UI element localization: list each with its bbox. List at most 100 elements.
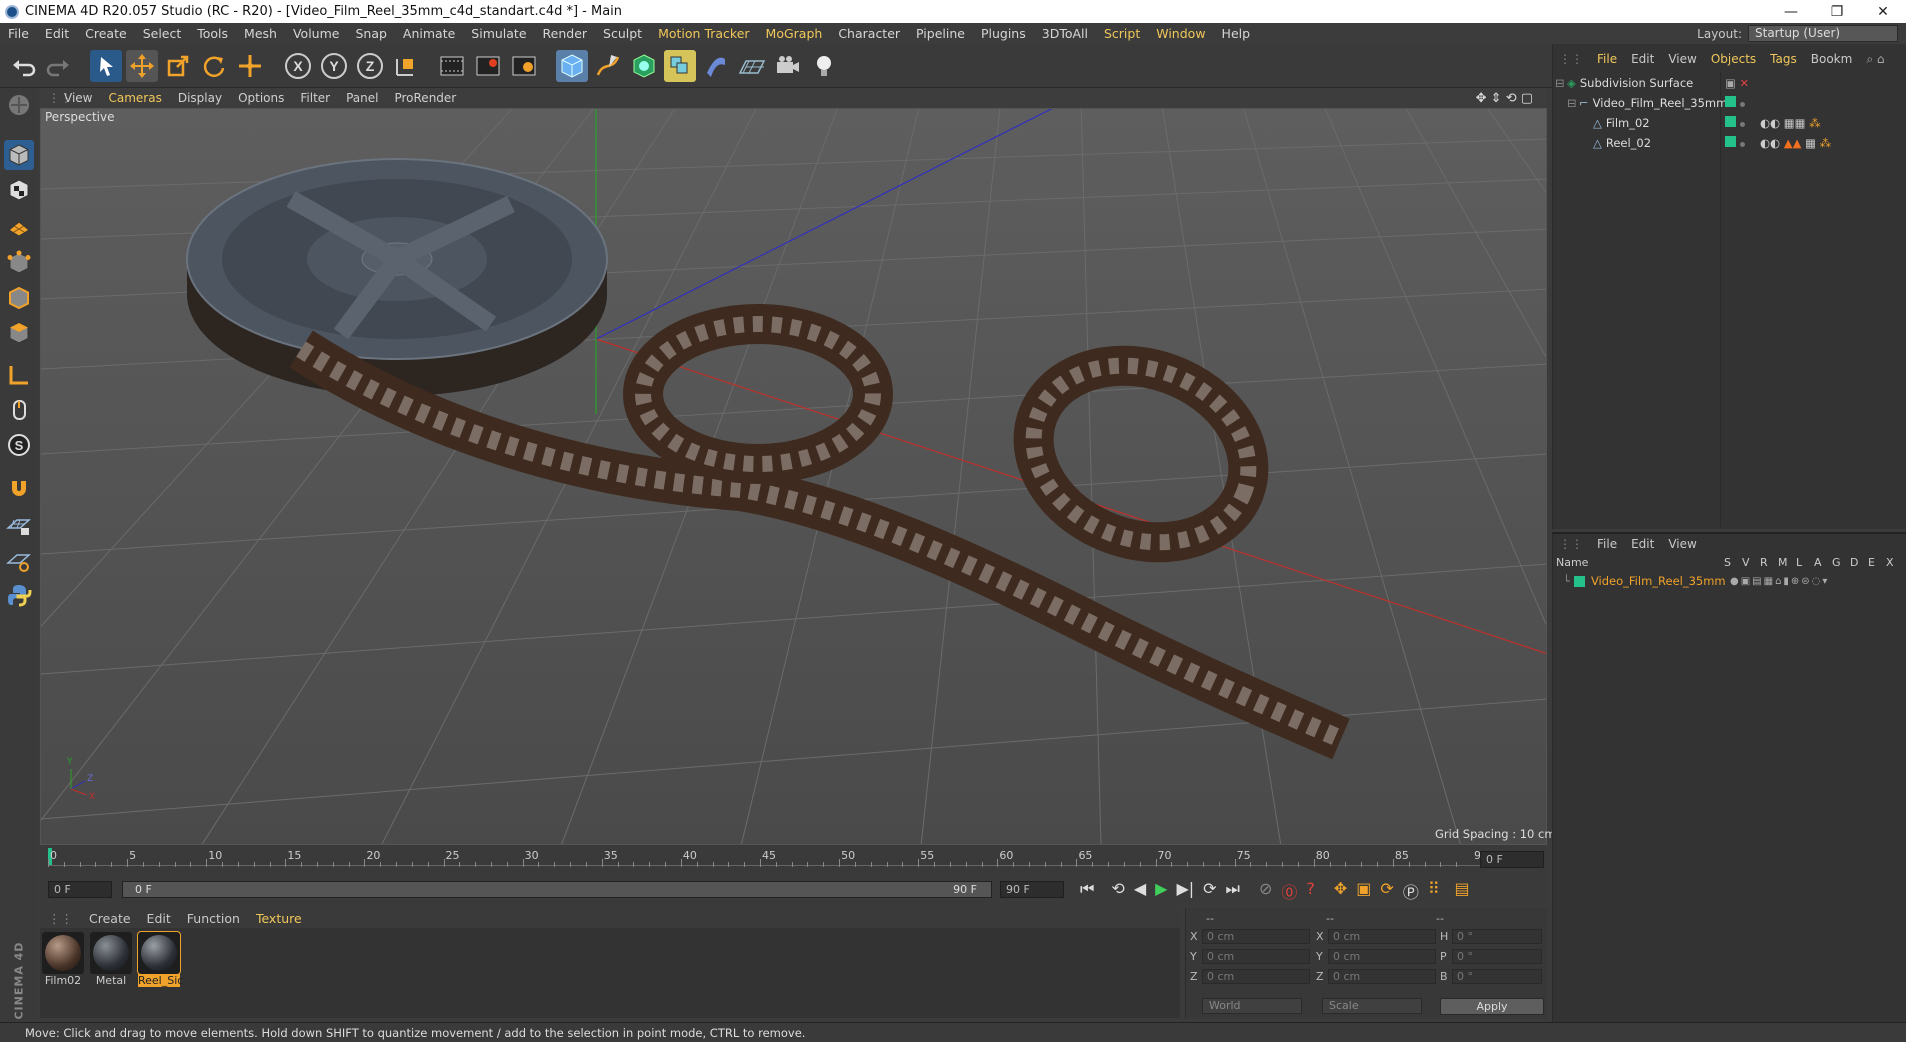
scale-tool-icon[interactable] <box>162 50 194 82</box>
minimize-icon[interactable]: — <box>1768 0 1814 23</box>
menu-mograph[interactable]: MoGraph <box>758 26 831 41</box>
object-status-icons[interactable] <box>1725 116 1747 130</box>
edges-mode-icon[interactable] <box>4 283 34 313</box>
menu-plugins[interactable]: Plugins <box>973 26 1034 41</box>
pos-z-field[interactable]: 0 cm <box>1202 969 1310 984</box>
render-to-picture-viewer-icon[interactable] <box>472 50 504 82</box>
tweak-mode-icon[interactable] <box>4 395 34 425</box>
object-status-icons[interactable] <box>1725 96 1747 110</box>
key-rotation-icon[interactable]: ⟳ <box>1380 879 1393 903</box>
end-frame-field[interactable]: 90 F <box>1000 881 1064 898</box>
y-axis-lock-icon[interactable]: Y <box>318 50 350 82</box>
object-menu-file[interactable]: File <box>1590 52 1624 66</box>
z-axis-lock-icon[interactable]: Z <box>354 50 386 82</box>
viewport-navigation-icons[interactable]: ✥ ⇕ ⟲ ▢ <box>1468 91 1541 106</box>
viewport-menu-cameras[interactable]: Cameras <box>100 91 169 105</box>
collapse-icon[interactable]: ⊟ <box>1555 76 1567 90</box>
make-editable-icon[interactable] <box>4 90 34 120</box>
rotate-tool-icon[interactable] <box>198 50 230 82</box>
menu-character[interactable]: Character <box>830 26 908 41</box>
spline-pen-icon[interactable] <box>592 50 624 82</box>
menu-help[interactable]: Help <box>1214 26 1259 41</box>
menu-motion-tracker[interactable]: Motion Tracker <box>650 26 757 41</box>
timeline-ruler[interactable]: 051015202530354045505560657075808590 0 F <box>40 845 1547 875</box>
cube-primitive-icon[interactable] <box>556 50 588 82</box>
workplane-mode-icon[interactable] <box>4 210 34 240</box>
current-frame-field[interactable]: 0 F <box>1480 851 1544 868</box>
workplane-rotate-icon[interactable] <box>4 545 34 575</box>
render-settings-icon[interactable] <box>508 50 540 82</box>
material-menu-edit[interactable]: Edit <box>139 911 179 926</box>
layer-menu-file[interactable]: File <box>1590 537 1624 551</box>
deformer-icon[interactable] <box>700 50 732 82</box>
menu-window[interactable]: Window <box>1148 26 1213 41</box>
viewport-menu-filter[interactable]: Filter <box>292 91 338 105</box>
next-frame-icon[interactable]: ▶| <box>1176 879 1194 903</box>
live-selection-icon[interactable] <box>90 50 122 82</box>
object-row-film-02[interactable]: △ Film_02 ◐◐ ▦▦ ⁂ <box>1555 114 1895 132</box>
go-to-end-icon[interactable]: ⏭ <box>1226 879 1240 903</box>
previous-key-icon[interactable]: ⟲ <box>1111 879 1124 903</box>
solo-mode-icon[interactable]: S <box>4 430 34 460</box>
object-status-icons[interactable] <box>1725 136 1747 150</box>
material-metal[interactable]: Metal <box>90 932 132 987</box>
object-menu-view[interactable]: View <box>1661 52 1703 66</box>
object-row-subdivision-surface[interactable]: ⊟ ◈ Subdivision Surface ▣ ✕ <box>1555 74 1895 92</box>
snap-magnet-icon[interactable] <box>4 473 34 503</box>
collapse-icon[interactable]: ⊟ <box>1567 96 1579 110</box>
viewport-menu-options[interactable]: Options <box>230 91 292 105</box>
object-menu-bookmarks[interactable]: Bookm <box>1804 52 1860 66</box>
key-pla-icon[interactable]: ⠿ <box>1428 879 1440 903</box>
menu-mesh[interactable]: Mesh <box>236 26 285 41</box>
menu-simulate[interactable]: Simulate <box>463 26 534 41</box>
coordinate-system-icon[interactable] <box>390 50 422 82</box>
viewport-menu-prorender[interactable]: ProRender <box>386 91 464 105</box>
material-film02[interactable]: Film02 <box>42 932 84 987</box>
subdivision-surface-icon[interactable] <box>628 50 660 82</box>
previous-frame-icon[interactable]: ◀ <box>1134 879 1146 903</box>
menu-render[interactable]: Render <box>535 26 596 41</box>
texture-mode-icon[interactable] <box>4 175 34 205</box>
object-row-video-film-reel[interactable]: ⊟ ⌐ Video_Film_Reel_35mm <box>1555 94 1895 112</box>
points-mode-icon[interactable] <box>4 248 34 278</box>
autokey-icon[interactable]: ⓪ <box>1281 879 1297 903</box>
redo-icon[interactable] <box>42 50 74 82</box>
menu-animate[interactable]: Animate <box>395 26 463 41</box>
close-icon[interactable]: ✕ <box>1860 0 1906 23</box>
object-status-icons[interactable]: ▣ ✕ <box>1725 76 1749 90</box>
size-x-field[interactable]: 0 cm <box>1328 929 1436 944</box>
light-icon[interactable] <box>808 50 840 82</box>
go-to-start-icon[interactable]: ⏮ <box>1080 879 1094 903</box>
render-view-icon[interactable] <box>436 50 468 82</box>
axis-mode-icon[interactable] <box>4 360 34 390</box>
layer-menu-edit[interactable]: Edit <box>1624 537 1661 551</box>
size-y-field[interactable]: 0 cm <box>1328 949 1436 964</box>
x-axis-lock-icon[interactable]: X <box>282 50 314 82</box>
rot-p-field[interactable]: 0 ° <box>1452 949 1542 964</box>
menu-pipeline[interactable]: Pipeline <box>908 26 973 41</box>
layer-menu-view[interactable]: View <box>1661 537 1703 551</box>
workplane-lock-icon[interactable] <box>4 510 34 540</box>
material-menu-texture[interactable]: Texture <box>248 911 310 926</box>
recent-tools-icon[interactable] <box>234 50 266 82</box>
viewport-menu-panel[interactable]: Panel <box>338 91 386 105</box>
frame-range-slider[interactable]: 0 F 90 F <box>122 881 992 898</box>
undo-icon[interactable] <box>8 50 40 82</box>
python-icon[interactable] <box>4 580 34 610</box>
rot-b-field[interactable]: 0 ° <box>1452 969 1542 984</box>
layer-toggle-icons[interactable]: ●▣▤▦⌂▮⊕⊜◌▾ <box>1730 576 1829 587</box>
object-tag-icons[interactable]: ◐◐ ▲▲ ▦ ⁂ <box>1760 136 1831 150</box>
menu-snap[interactable]: Snap <box>347 26 394 41</box>
menu-tools[interactable]: Tools <box>189 26 236 41</box>
transform-mode-dropdown[interactable]: Scale <box>1322 998 1422 1014</box>
layout-dropdown[interactable]: Startup (User) <box>1748 25 1898 42</box>
array-icon[interactable] <box>664 50 696 82</box>
layer-row[interactable]: └ Video_Film_Reel_35mm ●▣▤▦⌂▮⊕⊜◌▾ <box>1555 572 1895 590</box>
menu-script[interactable]: Script <box>1096 26 1148 41</box>
3d-viewport[interactable]: Y Z X <box>40 108 1547 845</box>
pos-x-field[interactable]: 0 cm <box>1202 929 1310 944</box>
size-z-field[interactable]: 0 cm <box>1328 969 1436 984</box>
object-tag-icons[interactable]: ◐◐ ▦▦ ⁂ <box>1760 116 1821 130</box>
next-key-icon[interactable]: ⟳ <box>1203 879 1216 903</box>
floor-icon[interactable] <box>736 50 768 82</box>
